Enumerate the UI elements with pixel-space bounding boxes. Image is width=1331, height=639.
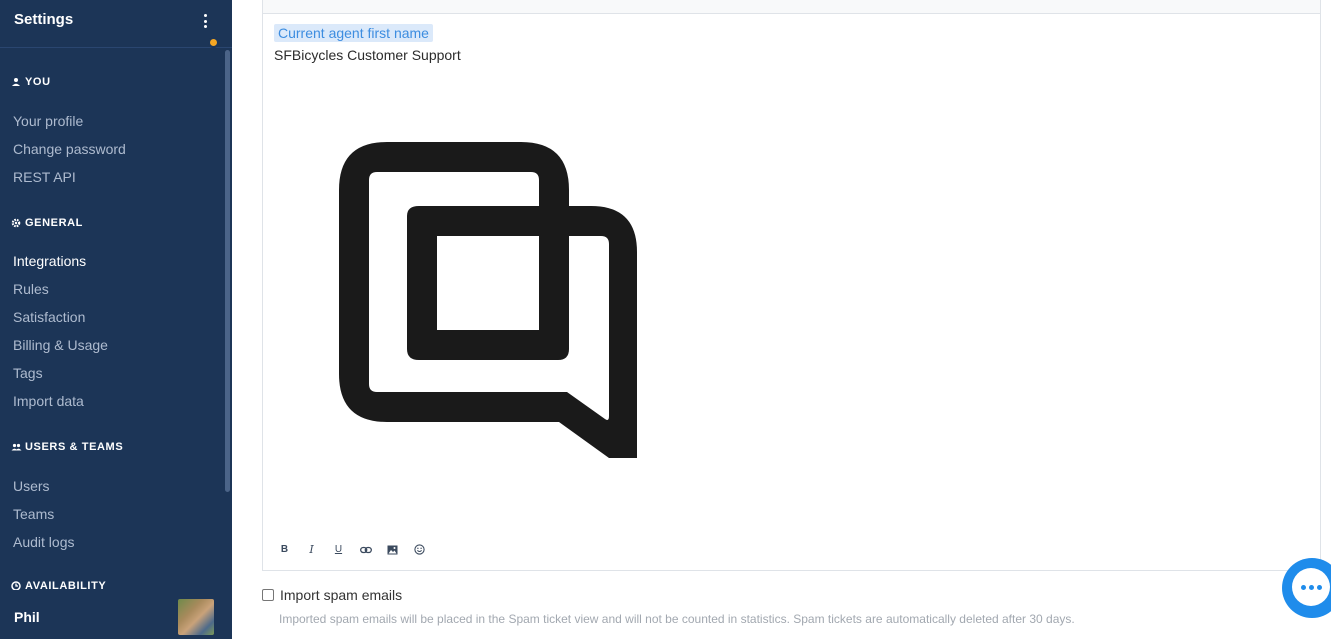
emoji-icon[interactable] [412, 542, 427, 557]
sidebar-item-tags[interactable]: Tags [13, 365, 43, 381]
sidebar-scrollbar[interactable] [225, 50, 230, 492]
sidebar-item-integrations[interactable]: Integrations [13, 253, 86, 269]
section-general-label: GENERAL [25, 217, 83, 229]
section-general-header: GENERAL [11, 217, 83, 229]
gear-icon [11, 218, 21, 228]
settings-sidebar: Settings YOU Your profile Change passwor… [0, 0, 232, 639]
current-user-name: Phil [14, 609, 40, 625]
sidebar-item-change-password[interactable]: Change password [13, 141, 126, 157]
sidebar-item-rest-api[interactable]: REST API [13, 169, 76, 185]
chat-widget-button[interactable] [1282, 558, 1331, 618]
signature-editor[interactable]: Current agent first name SFBicycles Cust… [262, 13, 1321, 571]
variable-chip[interactable]: Current agent first name [274, 24, 433, 42]
section-users-teams-label: USERS & TEAMS [25, 441, 124, 453]
sidebar-header: Settings [0, 0, 232, 48]
import-spam-checkbox[interactable] [262, 589, 274, 601]
sidebar-item-teams[interactable]: Teams [13, 506, 54, 522]
formatting-toolbar: B I U [277, 542, 427, 557]
status-indicator [208, 37, 219, 48]
sidebar-item-satisfaction[interactable]: Satisfaction [13, 309, 85, 325]
underline-icon[interactable]: U [331, 542, 346, 557]
bold-icon[interactable]: B [277, 542, 292, 557]
signature-text: SFBicycles Customer Support [274, 47, 461, 63]
editor-header-strip [262, 0, 1321, 14]
sidebar-title: Settings [14, 11, 74, 28]
import-spam-label[interactable]: Import spam emails [280, 587, 402, 603]
section-you-header: YOU [11, 76, 51, 88]
sidebar-item-users[interactable]: Users [13, 478, 50, 494]
user-icon [11, 77, 21, 87]
sidebar-item-audit-logs[interactable]: Audit logs [13, 534, 74, 550]
avatar[interactable] [178, 599, 214, 635]
section-you-label: YOU [25, 76, 51, 88]
import-spam-option: Import spam emails [262, 587, 402, 603]
sidebar-item-your-profile[interactable]: Your profile [13, 113, 83, 129]
section-users-teams-header: USERS & TEAMS [11, 441, 123, 453]
sidebar-item-rules[interactable]: Rules [13, 281, 49, 297]
company-logo-image [339, 142, 637, 458]
sidebar-footer: Phil [0, 590, 232, 639]
more-options-icon[interactable] [199, 12, 211, 30]
chat-icon [1292, 568, 1330, 606]
link-icon[interactable] [358, 542, 373, 557]
italic-icon[interactable]: I [304, 542, 319, 557]
sidebar-item-import-data[interactable]: Import data [13, 393, 84, 409]
users-icon [11, 442, 22, 452]
import-spam-help-text: Imported spam emails will be placed in t… [279, 612, 1075, 626]
sidebar-item-billing-usage[interactable]: Billing & Usage [13, 337, 108, 353]
image-icon[interactable] [385, 542, 400, 557]
